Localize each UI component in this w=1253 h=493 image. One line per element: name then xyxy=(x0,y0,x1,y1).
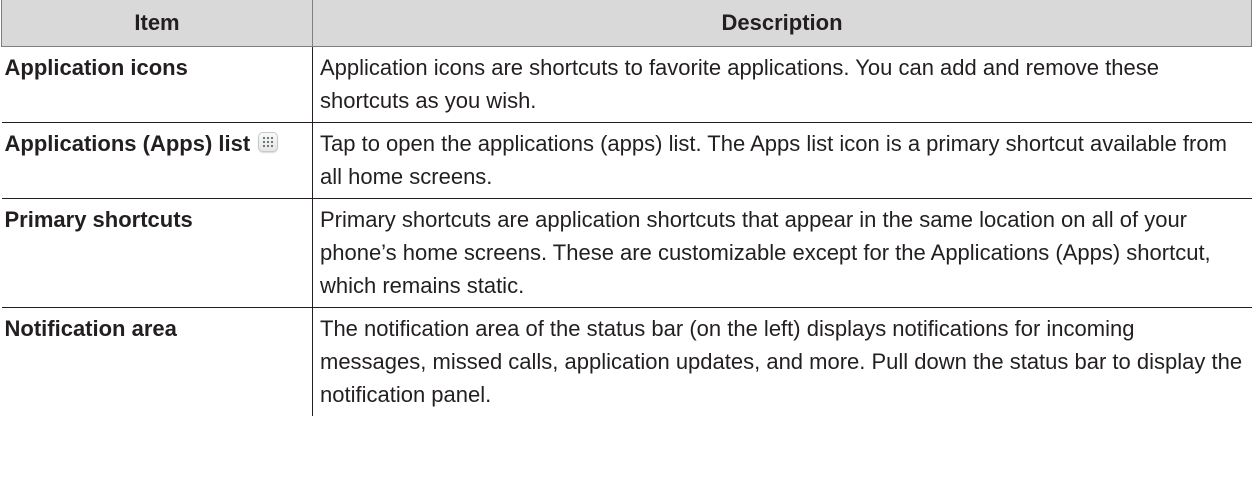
item-cell: Applications (Apps) list xyxy=(1,122,313,199)
table-row: Primary shortcuts Primary shortcuts are … xyxy=(1,198,1252,308)
description-cell: Tap to open the applications (apps) list… xyxy=(312,122,1252,199)
item-cell: Primary shortcuts xyxy=(1,198,313,308)
item-name: Primary shortcuts xyxy=(4,207,193,232)
description-cell: Primary shortcuts are application shortc… xyxy=(312,198,1252,308)
apps-grid-icon xyxy=(258,132,279,152)
table-row: Notification area The notification area … xyxy=(1,307,1252,416)
home-screen-items-table: Item Description Application icons Appli… xyxy=(1,0,1252,416)
item-name: Notification area xyxy=(4,316,177,341)
table-row: Application icons Application icons are … xyxy=(1,46,1252,123)
header-item: Item xyxy=(1,0,313,47)
item-cell: Notification area xyxy=(1,307,313,416)
header-description: Description xyxy=(312,0,1252,47)
table-row: Applications (Apps) list Tap to open the… xyxy=(1,122,1252,199)
table-header-row: Item Description xyxy=(1,0,1252,47)
item-name: Applications (Apps) list xyxy=(4,131,251,156)
description-cell: The notification area of the status bar … xyxy=(312,307,1252,416)
description-cell: Application icons are shortcuts to favor… xyxy=(312,46,1252,123)
item-cell: Application icons xyxy=(1,46,313,123)
item-name: Application icons xyxy=(4,55,188,80)
